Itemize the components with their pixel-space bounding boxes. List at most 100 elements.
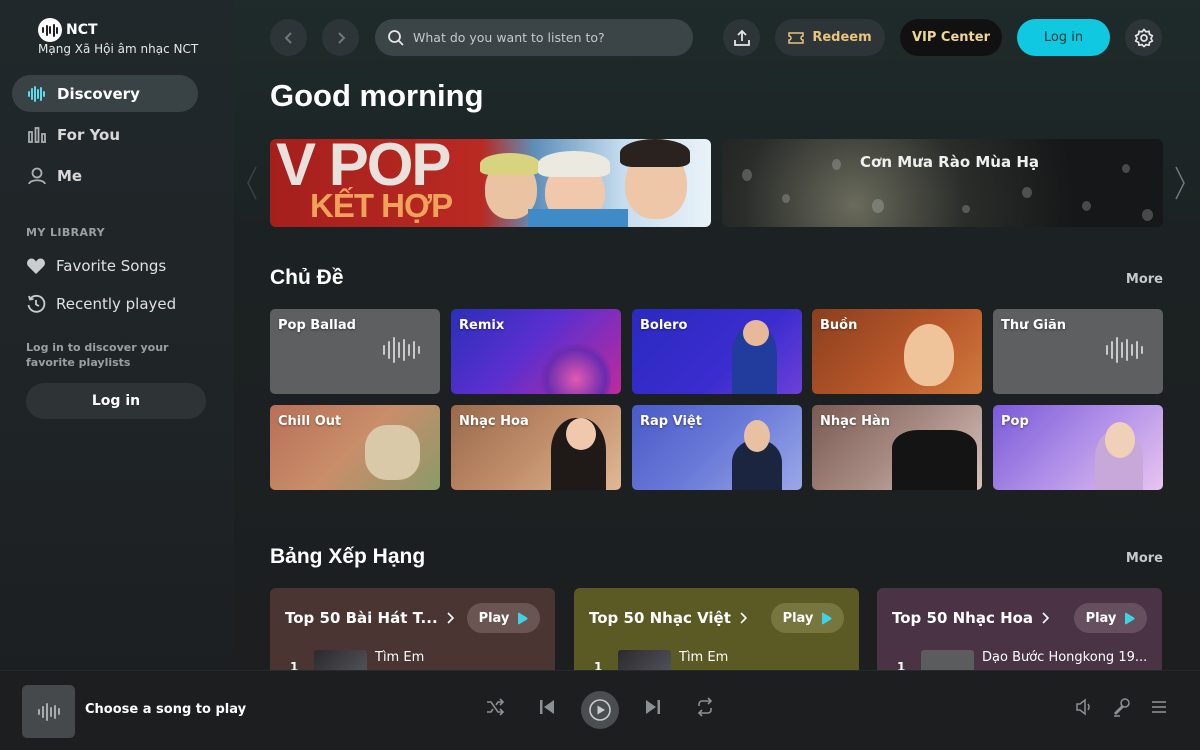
topic-remix[interactable]: Remix bbox=[451, 309, 621, 394]
carousel-prev-icon[interactable] bbox=[246, 165, 258, 201]
banner-vpop-ket-hop[interactable]: V POP KẾT HỢP bbox=[270, 139, 711, 227]
rain-drop bbox=[782, 194, 790, 203]
topic-label: Pop Ballad bbox=[278, 318, 356, 333]
nav-discovery-label: Discovery bbox=[57, 84, 140, 103]
topic-pop-ballad[interactable]: Pop Ballad bbox=[270, 309, 440, 394]
banner-rain-title: Cơn Mưa Rào Mùa Hạ bbox=[860, 153, 1039, 171]
header-login-button[interactable]: Log in bbox=[1017, 19, 1110, 56]
chevron-right-icon bbox=[337, 31, 345, 44]
chart-song-title[interactable]: Tìm Em bbox=[679, 650, 728, 665]
library-favorite-label: Favorite Songs bbox=[56, 257, 167, 275]
library-recently-played[interactable]: Recently played bbox=[26, 292, 176, 316]
chart-card-title[interactable]: Top 50 Bài Hát T... bbox=[285, 609, 454, 627]
volume-icon[interactable] bbox=[1074, 697, 1094, 717]
upload-button[interactable] bbox=[723, 19, 760, 56]
waveform-icon bbox=[1106, 337, 1143, 363]
library-recent-label: Recently played bbox=[56, 295, 177, 313]
play-icon bbox=[822, 612, 832, 624]
vip-center-button[interactable]: VIP Center bbox=[900, 19, 1002, 56]
banner-jacket bbox=[528, 209, 628, 227]
chart-play-label: Play bbox=[478, 610, 510, 626]
sidebar-login-button[interactable]: Log in bbox=[26, 383, 206, 419]
chart-card-top50-nhac-viet[interactable]: Top 50 Nhạc Việt Play 1 Tìm Em bbox=[574, 588, 859, 670]
topic-pop[interactable]: Pop bbox=[993, 405, 1163, 490]
topic-thu-gian[interactable]: Thư Giãn bbox=[993, 309, 1163, 394]
chart-card-title[interactable]: Top 50 Nhạc Việt bbox=[589, 609, 747, 627]
topic-label: Nhạc Hoa bbox=[459, 414, 529, 429]
topic-nhac-hoa[interactable]: Nhạc Hoa bbox=[451, 405, 621, 490]
settings-button[interactable] bbox=[1125, 19, 1162, 56]
topic-nhac-han[interactable]: Nhạc Hàn bbox=[812, 405, 982, 490]
rain-drop bbox=[872, 199, 884, 213]
rain-drop bbox=[1022, 187, 1032, 198]
upload-icon bbox=[733, 29, 750, 46]
nct-logo[interactable]: NCT bbox=[38, 18, 98, 42]
topics-title: Chủ Đề bbox=[270, 266, 344, 289]
logo-text: NCT bbox=[66, 22, 98, 38]
rain-drop bbox=[962, 205, 970, 213]
topic-label: Remix bbox=[459, 318, 505, 333]
topic-label: Buồn bbox=[820, 318, 858, 333]
login-hint: Log in to discover your favorite playlis… bbox=[26, 341, 169, 369]
next-icon[interactable] bbox=[644, 697, 662, 717]
back-button[interactable] bbox=[270, 19, 307, 56]
waveform-icon bbox=[28, 85, 45, 102]
shuffle-icon[interactable] bbox=[485, 697, 505, 717]
chart-play-button[interactable]: Play bbox=[1074, 603, 1147, 633]
play-pause-button[interactable] bbox=[581, 691, 619, 729]
chevron-left-icon bbox=[284, 31, 292, 44]
nav-for-you[interactable]: For You bbox=[12, 116, 198, 153]
topic-label: Chill Out bbox=[278, 414, 342, 429]
lyrics-icon[interactable] bbox=[1112, 697, 1132, 717]
chart-song-title[interactable]: Dạo Bước Hongkong 19... bbox=[982, 650, 1147, 665]
search-input[interactable] bbox=[413, 30, 683, 45]
waveform-icon bbox=[383, 337, 420, 363]
redeem-button[interactable]: Redeem bbox=[775, 19, 885, 56]
remix-artwork bbox=[541, 344, 611, 394]
forward-button[interactable] bbox=[322, 19, 359, 56]
chart-title-text: Top 50 Nhạc Việt bbox=[589, 609, 731, 627]
topic-label: Bolero bbox=[640, 318, 688, 333]
topic-label: Pop bbox=[1001, 414, 1029, 429]
queue-icon[interactable] bbox=[1150, 697, 1168, 717]
nav-me[interactable]: Me bbox=[12, 157, 198, 194]
library-favorite-songs[interactable]: Favorite Songs bbox=[26, 254, 166, 278]
chart-card-title[interactable]: Top 50 Nhạc Hoa bbox=[892, 609, 1050, 627]
chart-song-thumbnail bbox=[618, 650, 671, 670]
topic-rap-viet[interactable]: Rap Việt bbox=[632, 405, 802, 490]
chart-rank: 1 bbox=[290, 660, 299, 670]
sidebar: NCT Mạng Xã Hội âm nhạc NCT Discovery Fo… bbox=[0, 0, 234, 670]
chart-song-title[interactable]: Tìm Em bbox=[375, 650, 424, 665]
nav-discovery[interactable]: Discovery bbox=[12, 75, 198, 112]
carousel-next-icon[interactable] bbox=[1174, 165, 1186, 201]
greeting-title: Good morning bbox=[270, 78, 484, 113]
play-icon bbox=[589, 699, 611, 721]
rain-drop bbox=[1122, 164, 1130, 173]
repeat-icon[interactable] bbox=[695, 697, 715, 717]
charts-more-link[interactable]: More bbox=[1126, 551, 1163, 566]
chevron-right-icon bbox=[740, 612, 747, 624]
topic-chill-out[interactable]: Chill Out bbox=[270, 405, 440, 490]
rain-drop bbox=[1142, 209, 1153, 221]
chart-card-top50-nhac-hoa[interactable]: Top 50 Nhạc Hoa Play 1 Dạo Bước Hongkong… bbox=[877, 588, 1162, 670]
chart-play-button[interactable]: Play bbox=[771, 603, 844, 633]
topics-more-link[interactable]: More bbox=[1126, 272, 1163, 287]
search-bar[interactable] bbox=[375, 19, 693, 56]
previous-icon[interactable] bbox=[538, 697, 556, 717]
chart-play-button[interactable]: Play bbox=[467, 603, 540, 633]
rain-drop bbox=[1082, 201, 1091, 211]
now-playing-text: Choose a song to play bbox=[85, 702, 247, 717]
topic-bolero[interactable]: Bolero bbox=[632, 309, 802, 394]
player-artwork-placeholder bbox=[22, 685, 75, 738]
charts-title: Bảng Xếp Hạng bbox=[270, 545, 426, 568]
main-content: Redeem VIP Center Log in Good morning V … bbox=[234, 0, 1200, 670]
chill-illustration bbox=[365, 425, 420, 480]
banner-con-mua-rao[interactable]: Cơn Mưa Rào Mùa Hạ bbox=[722, 139, 1163, 227]
topic-label: Nhạc Hàn bbox=[820, 414, 891, 429]
history-icon bbox=[27, 294, 46, 313]
chart-card-top50-bai-hat[interactable]: Top 50 Bài Hát T... Play 1 Tìm Em bbox=[270, 588, 555, 670]
topic-buon[interactable]: Buồn bbox=[812, 309, 982, 394]
banner-ket-hop-text: KẾT HỢP bbox=[310, 187, 453, 224]
sad-egg-image bbox=[904, 324, 954, 386]
logo-wave-icon bbox=[38, 18, 62, 42]
